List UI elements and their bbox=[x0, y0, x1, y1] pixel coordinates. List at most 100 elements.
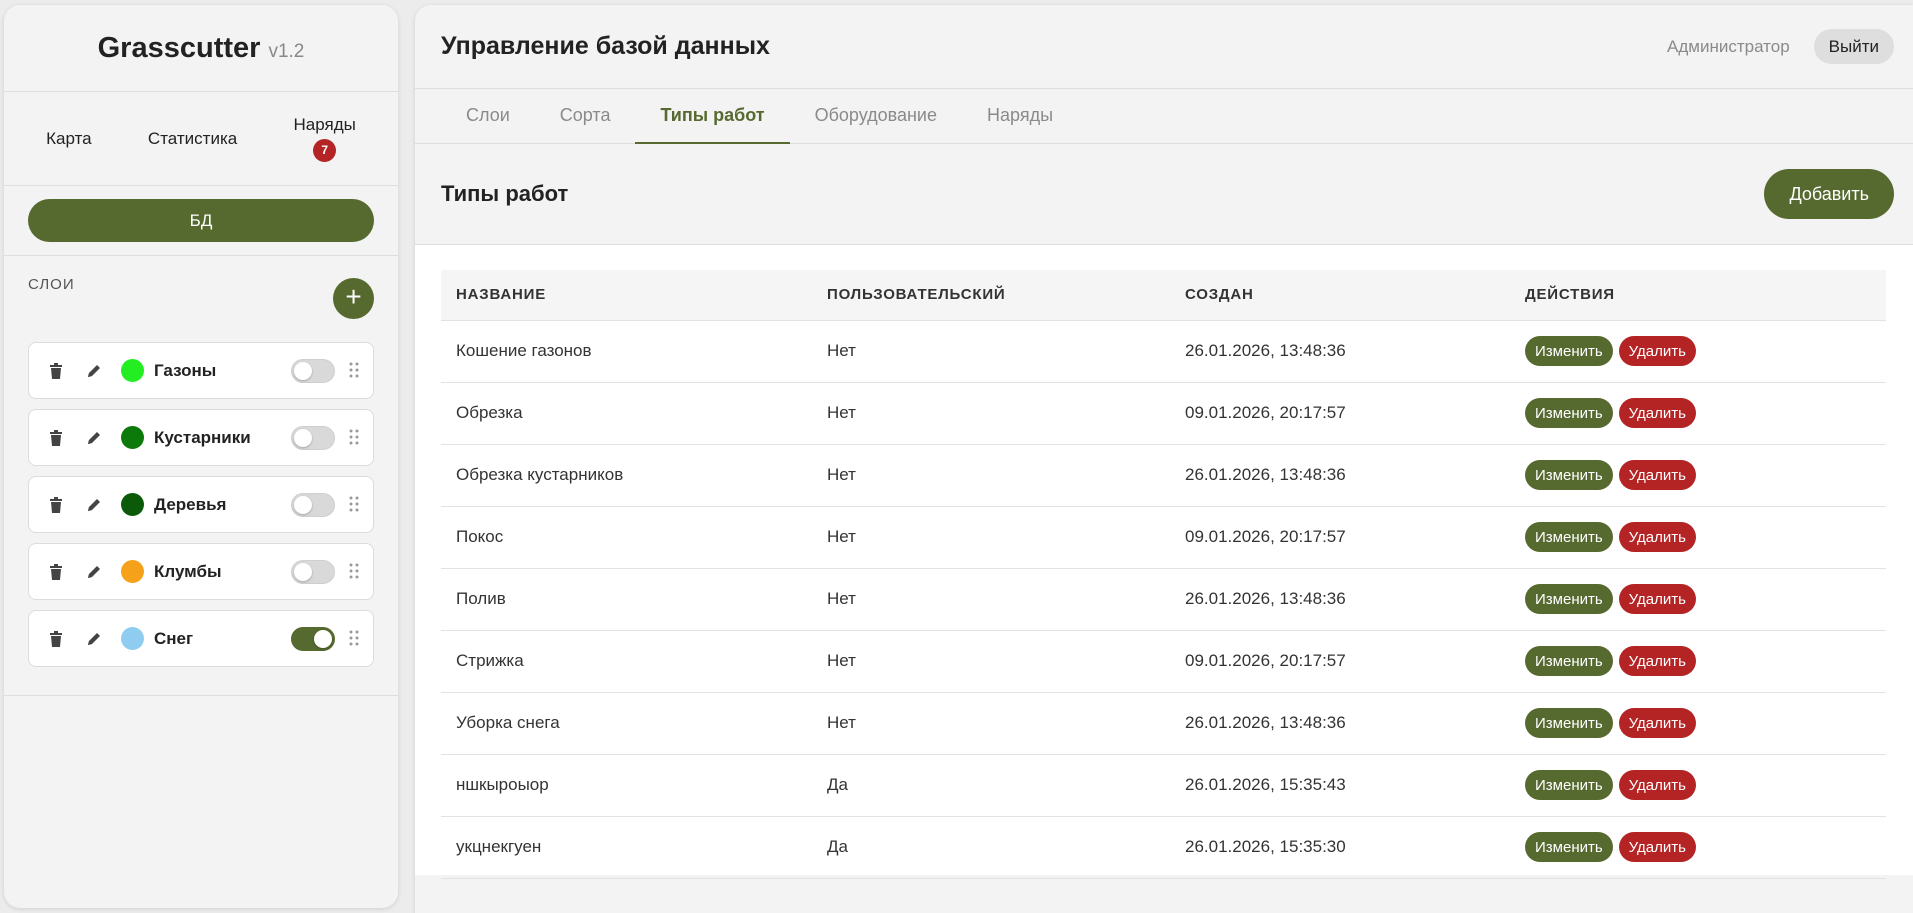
layer-visibility-toggle[interactable] bbox=[291, 425, 335, 450]
delete-button[interactable]: Удалить bbox=[1618, 584, 1696, 614]
pencil-icon[interactable] bbox=[83, 360, 105, 382]
layer-item: Деревья bbox=[28, 476, 374, 533]
logout-button[interactable]: Выйти bbox=[1813, 29, 1894, 64]
trash-icon[interactable] bbox=[45, 628, 67, 650]
add-button[interactable]: Добавить bbox=[1764, 169, 1894, 219]
add-layer-button[interactable]: + bbox=[333, 278, 374, 319]
drag-handle-icon[interactable] bbox=[349, 362, 361, 380]
trash-icon[interactable] bbox=[45, 427, 67, 449]
pencil-icon[interactable] bbox=[83, 561, 105, 583]
tab-2[interactable]: Типы работ bbox=[635, 89, 790, 144]
toggle-knob bbox=[294, 495, 312, 514]
table-header-row: НАЗВАНИЕ ПОЛЬЗОВАТЕЛЬСКИЙ СОЗДАН ДЕЙСТВИ… bbox=[441, 270, 1886, 321]
tab-3[interactable]: Оборудование bbox=[790, 89, 962, 144]
cell-custom: Нет bbox=[812, 568, 1170, 631]
nav-map[interactable]: Карта bbox=[46, 129, 92, 149]
drag-handle-icon[interactable] bbox=[349, 496, 361, 514]
cell-name: Полив bbox=[441, 568, 812, 631]
layer-visibility-toggle[interactable] bbox=[291, 492, 335, 517]
edit-button[interactable]: Изменить bbox=[1525, 770, 1613, 800]
cell-actions: Изменить Удалить bbox=[1510, 382, 1886, 445]
edit-button[interactable]: Изменить bbox=[1525, 646, 1613, 676]
edit-button[interactable]: Изменить bbox=[1525, 336, 1613, 366]
edit-button[interactable]: Изменить bbox=[1525, 398, 1613, 428]
delete-button[interactable]: Удалить bbox=[1618, 708, 1696, 738]
trash-icon[interactable] bbox=[45, 494, 67, 516]
column-header-created: СОЗДАН bbox=[1170, 270, 1510, 321]
main-panel: Управление базой данных Администратор Вы… bbox=[415, 5, 1913, 913]
table-row: Стрижка Нет 09.01.2026, 20:17:57 Изменить Уд… bbox=[441, 630, 1886, 693]
delete-button[interactable]: Удалить bbox=[1618, 832, 1696, 862]
cell-actions: Изменить Удалить bbox=[1510, 754, 1886, 817]
nav-orders-label: Наряды bbox=[293, 115, 356, 134]
tab-1[interactable]: Сорта bbox=[535, 89, 636, 144]
edit-button[interactable]: Изменить bbox=[1525, 832, 1613, 862]
table-row: Обрезка кустарников Нет 26.01.2026, 13:48:… bbox=[441, 444, 1886, 507]
layer-name: Кустарники bbox=[154, 427, 251, 447]
brand: Grasscutter v1.2 bbox=[4, 5, 398, 92]
cell-created: 09.01.2026, 20:17:57 bbox=[1170, 630, 1510, 693]
cell-actions: Изменить Удалить bbox=[1510, 692, 1886, 755]
table-row: Обрезка Нет 09.01.2026, 20:17:57 Изменить Уд… bbox=[441, 382, 1886, 445]
cell-actions: Изменить Удалить bbox=[1510, 816, 1886, 879]
cell-created: 09.01.2026, 20:17:57 bbox=[1170, 506, 1510, 569]
layer-item: Кустарники bbox=[28, 409, 374, 466]
pencil-icon[interactable] bbox=[83, 494, 105, 516]
cell-name: Покос bbox=[441, 506, 812, 569]
layer-name: Снег bbox=[154, 628, 194, 648]
edit-button[interactable]: Изменить bbox=[1525, 584, 1613, 614]
delete-button[interactable]: Удалить bbox=[1618, 522, 1696, 552]
delete-button[interactable]: Удалить bbox=[1618, 770, 1696, 800]
page-title: Управление базой данных bbox=[441, 32, 770, 60]
section-header: Типы работ Добавить bbox=[415, 144, 1913, 245]
edit-button[interactable]: Изменить bbox=[1525, 460, 1613, 490]
cell-name: Обрезка кустарников bbox=[441, 444, 812, 507]
drag-handle-icon[interactable] bbox=[349, 429, 361, 447]
toggle-knob bbox=[314, 629, 332, 648]
cell-created: 26.01.2026, 13:48:36 bbox=[1170, 692, 1510, 755]
toggle-knob bbox=[294, 361, 312, 380]
layers-panel: СЛОИ + Газоны Кустарники Деревья Клумбы Снег bbox=[4, 256, 398, 696]
pencil-icon[interactable] bbox=[83, 427, 105, 449]
table-row: ншкыроыор Да 26.01.2026, 15:35:43 Изменить У… bbox=[441, 754, 1886, 817]
cell-created: 26.01.2026, 13:48:36 bbox=[1170, 320, 1510, 383]
nav-orders[interactable]: Наряды 7 bbox=[294, 115, 356, 162]
cell-name: Стрижка bbox=[441, 630, 812, 693]
table-row: Уборка снега Нет 26.01.2026, 13:48:36 Измен… bbox=[441, 692, 1886, 755]
table-row: укцнекгуен Да 26.01.2026, 15:35:30 Изменить… bbox=[441, 816, 1886, 879]
cell-name: укцнекгуен bbox=[441, 816, 812, 879]
layer-name: Клумбы bbox=[154, 561, 222, 581]
trash-icon[interactable] bbox=[45, 360, 67, 382]
tab-0[interactable]: Слои bbox=[441, 89, 535, 144]
tab-4[interactable]: Наряды bbox=[962, 89, 1078, 144]
cell-actions: Изменить Удалить bbox=[1510, 630, 1886, 693]
delete-button[interactable]: Удалить bbox=[1618, 336, 1696, 366]
db-button[interactable]: БД bbox=[28, 199, 374, 242]
table-row: Кошение газонов Нет 26.01.2026, 13:48:36 Из… bbox=[441, 320, 1886, 383]
delete-button[interactable]: Удалить bbox=[1618, 398, 1696, 428]
app-version: v1.2 bbox=[268, 40, 305, 62]
nav-stats[interactable]: Статистика bbox=[148, 129, 237, 149]
layer-color-dot bbox=[121, 493, 144, 516]
cell-actions: Изменить Удалить bbox=[1510, 506, 1886, 569]
layer-item: Газоны bbox=[28, 342, 374, 399]
drag-handle-icon[interactable] bbox=[349, 630, 361, 648]
edit-button[interactable]: Изменить bbox=[1525, 708, 1613, 738]
cell-created: 26.01.2026, 13:48:36 bbox=[1170, 568, 1510, 631]
column-header-name: НАЗВАНИЕ bbox=[441, 270, 812, 321]
trash-icon[interactable] bbox=[45, 561, 67, 583]
edit-button[interactable]: Изменить bbox=[1525, 522, 1613, 552]
layer-visibility-toggle[interactable] bbox=[291, 559, 335, 584]
cell-custom: Нет bbox=[812, 506, 1170, 569]
delete-button[interactable]: Удалить bbox=[1618, 460, 1696, 490]
layer-visibility-toggle[interactable] bbox=[291, 626, 335, 651]
toggle-knob bbox=[294, 428, 312, 447]
delete-button[interactable]: Удалить bbox=[1618, 646, 1696, 676]
table-body: Кошение газонов Нет 26.01.2026, 13:48:36 Из… bbox=[441, 320, 1886, 879]
cell-name: ншкыроыор bbox=[441, 754, 812, 817]
layer-visibility-toggle[interactable] bbox=[291, 358, 335, 383]
drag-handle-icon[interactable] bbox=[349, 563, 361, 581]
db-section: БД bbox=[4, 186, 398, 256]
column-header-actions: ДЕЙСТВИЯ bbox=[1510, 270, 1886, 321]
pencil-icon[interactable] bbox=[83, 628, 105, 650]
